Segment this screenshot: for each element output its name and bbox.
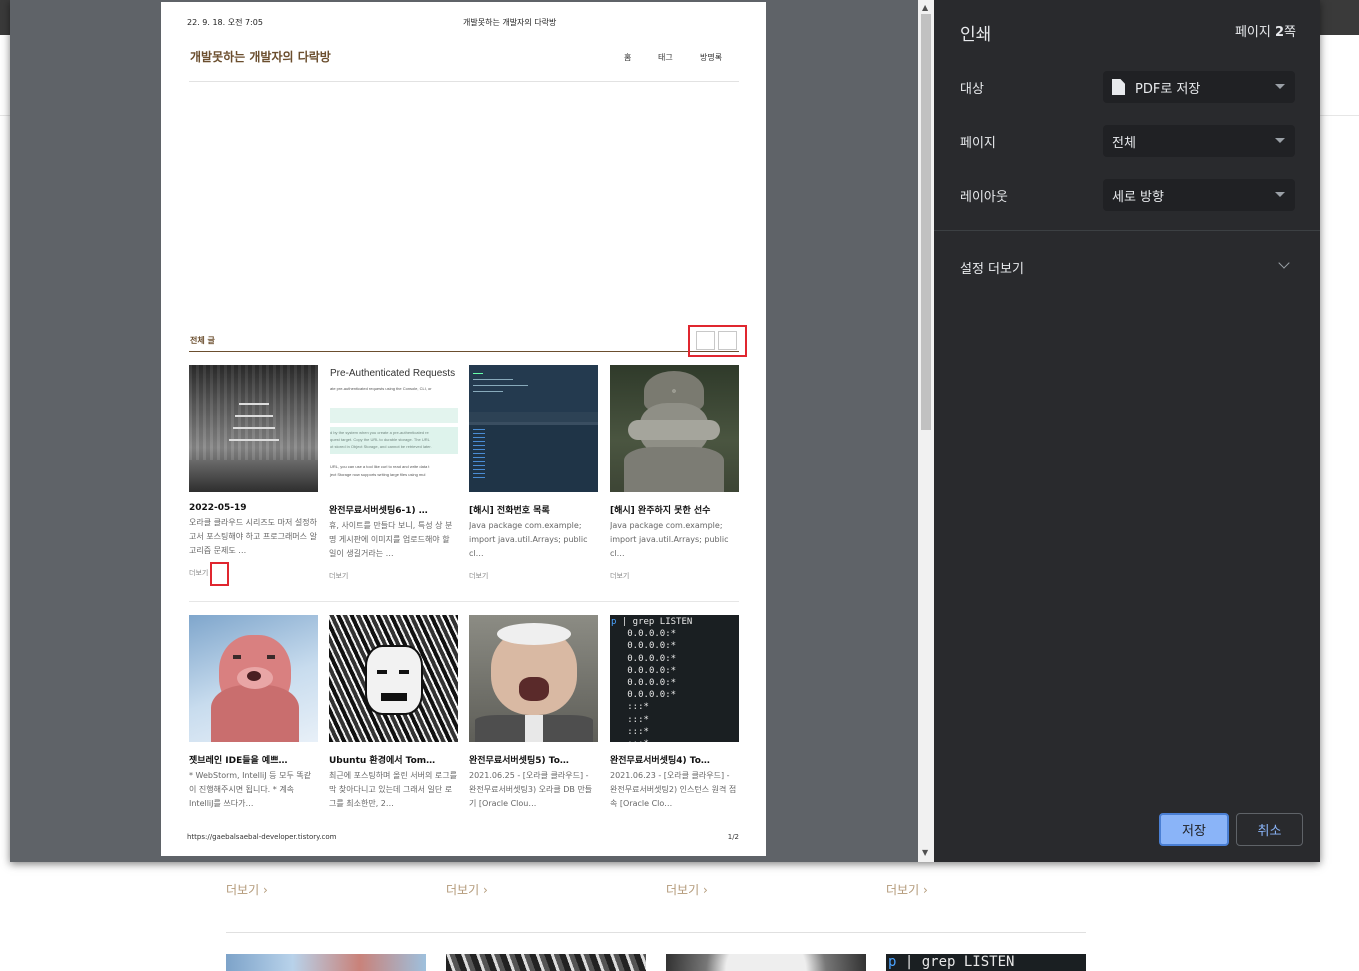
- settings-divider: [934, 230, 1320, 231]
- post-title: Ubuntu 환경에서 Tom…: [329, 756, 436, 766]
- blog-title: 개발못하는 개발자의 다락방: [190, 50, 331, 64]
- grid-view-toggle: [696, 331, 715, 350]
- print-preview-area: 22. 9. 18. 오전 7:05 개발못하는 개발자의 다락방 개발못하는 …: [10, 0, 918, 862]
- destination-select[interactable]: PDF로 저장: [1103, 71, 1295, 103]
- destination-label: 대상: [960, 82, 984, 97]
- background-more-link[interactable]: 더보기 ›: [446, 881, 488, 898]
- dropdown-arrow-icon: [1275, 192, 1285, 197]
- post-excerpt: * WebStorm, IntelliJ 등 모두 똑같이 진행해주시면 됩니다…: [189, 771, 312, 808]
- scroll-up-arrow-icon[interactable]: ▲: [922, 3, 928, 12]
- background-thumbnail: [666, 954, 866, 971]
- post-card: 완전무료서버셋팅5) To… 2021.06.25 - [오라클 클라우드] -…: [469, 615, 598, 811]
- more-settings-toggle[interactable]: 설정 더보기: [960, 258, 1024, 277]
- post-excerpt: 최근에 포스팅하며 올린 서버의 로그를 막 찾아다니고 있는데 그래서 일단 …: [329, 771, 457, 808]
- layout-select[interactable]: 세로 방향: [1103, 179, 1295, 211]
- post-thumbnail: [469, 365, 598, 492]
- post-title: 젯브레인 IDE들을 예쁘…: [189, 756, 288, 766]
- save-button[interactable]: 저장: [1159, 813, 1229, 846]
- post-thumbnail: Pre-Authenticated Requests ate pre-authe…: [329, 365, 458, 492]
- post-thumbnail: [189, 615, 318, 742]
- more-link: 더보기: [329, 572, 349, 580]
- background-thumbnail: [226, 954, 426, 971]
- print-header-title: 개발못하는 개발자의 다락방: [463, 18, 557, 27]
- nav-tags: 태그: [658, 53, 673, 62]
- more-link: 더보기: [189, 569, 209, 577]
- dialog-title: 인쇄: [960, 25, 992, 45]
- post-card: [해시] 전화번호 목록 Java package com.example; i…: [469, 365, 598, 581]
- preview-scrollbar[interactable]: ▲ ▼: [918, 0, 934, 862]
- list-view-toggle: [718, 331, 737, 350]
- cancel-button[interactable]: 취소: [1236, 813, 1303, 846]
- layout-label: 레이아웃: [960, 190, 1008, 205]
- post-thumbnail: [469, 615, 598, 742]
- post-excerpt: 휴, 사이트를 만들다 보니, 특성 상 분명 게시판에 이미지를 업로드해야 …: [329, 521, 453, 558]
- nav-guestbook: 방명록: [700, 53, 723, 62]
- background-more-link[interactable]: 더보기 ›: [886, 881, 928, 898]
- post-title: 완전무료서버셋팅6-1) …: [329, 506, 428, 516]
- pages-label: 페이지: [960, 136, 996, 151]
- post-title: [해시] 완주하지 못한 선수: [610, 506, 711, 516]
- dropdown-arrow-icon: [1275, 84, 1285, 89]
- post-title: [해시] 전화번호 목록: [469, 506, 550, 516]
- highlight-box: [210, 562, 229, 586]
- nav-home: 홈: [624, 53, 632, 62]
- dropdown-arrow-icon: [1275, 138, 1285, 143]
- post-thumbnail: [329, 615, 458, 742]
- post-excerpt: 오라클 클라우드 시리즈도 마저 설정하고서 포스팅해야 하고 프로그래머스 알…: [189, 518, 317, 555]
- print-settings-panel: 인쇄 페이지 2쪽 대상 PDF로 저장 페이지 전체 레이아웃 세로 방향 설…: [934, 0, 1320, 862]
- more-link: 더보기: [469, 572, 489, 580]
- preview-page: 22. 9. 18. 오전 7:05 개발못하는 개발자의 다락방 개발못하는 …: [161, 2, 766, 856]
- post-card: [해시] 완주하지 못한 선수 Java package com.example…: [610, 365, 739, 581]
- post-excerpt: Java package com.example; import java.ut…: [610, 521, 729, 558]
- page-count: 페이지 2쪽: [1234, 25, 1296, 40]
- background-more-link[interactable]: 더보기 ›: [666, 881, 708, 898]
- post-title: 완전무료서버셋팅4) To…: [610, 756, 710, 766]
- post-excerpt: 2021.06.23 - [오라클 클라우드] - 완전무료서버셋팅2) 인스턴…: [610, 771, 737, 808]
- post-card: 2022-05-19 오라클 클라우드 시리즈도 마저 설정하고서 포스팅해야 …: [189, 365, 318, 578]
- post-card: Pre-Authenticated Requests ate pre-authe…: [329, 365, 458, 581]
- post-card: 젯브레인 IDE들을 예쁘… * WebStorm, IntelliJ 등 모두…: [189, 615, 318, 811]
- print-dialog: 22. 9. 18. 오전 7:05 개발못하는 개발자의 다락방 개발못하는 …: [10, 0, 1320, 862]
- print-footer-page-number: 1/2: [727, 833, 739, 841]
- header-divider: [189, 81, 739, 82]
- post-excerpt: 2021.06.25 - [오라클 클라우드] - 완전무료서버셋팅3) 오라클…: [469, 771, 593, 808]
- post-thumbnail: p | grep LISTEN 0.0.0.0:* 0.0.0.0:* 0.0.…: [610, 615, 739, 742]
- section-divider: [189, 351, 739, 352]
- row-divider: [189, 601, 739, 602]
- post-thumbnail: [189, 365, 318, 492]
- print-footer-url: https://gaebalsaebal-developer.tistory.c…: [187, 833, 337, 841]
- chevron-down-icon[interactable]: [1278, 257, 1290, 269]
- background-divider: [226, 932, 1086, 933]
- post-thumbnail: [610, 365, 739, 492]
- post-excerpt: Java package com.example; import java.ut…: [469, 521, 588, 558]
- post-card: p | grep LISTEN 0.0.0.0:* 0.0.0.0:* 0.0.…: [610, 615, 739, 811]
- background-thumbnail: p | grep LISTEN: [886, 954, 1086, 971]
- post-title: 완전무료서버셋팅5) To…: [469, 756, 569, 766]
- background-more-link[interactable]: 더보기 ›: [226, 881, 268, 898]
- print-header-date: 22. 9. 18. 오전 7:05: [187, 18, 263, 27]
- document-icon: [1112, 79, 1125, 95]
- background-thumbnail: [446, 954, 646, 971]
- section-label: 전체 글: [190, 336, 215, 345]
- scroll-thumb[interactable]: [921, 14, 931, 430]
- more-link: 더보기: [610, 572, 630, 580]
- post-title: 2022-05-19: [189, 503, 247, 513]
- post-card: Ubuntu 환경에서 Tom… 최근에 포스팅하며 올린 서버의 로그를 막 …: [329, 615, 458, 811]
- pages-select[interactable]: 전체: [1103, 125, 1295, 157]
- scroll-down-arrow-icon[interactable]: ▼: [922, 848, 928, 857]
